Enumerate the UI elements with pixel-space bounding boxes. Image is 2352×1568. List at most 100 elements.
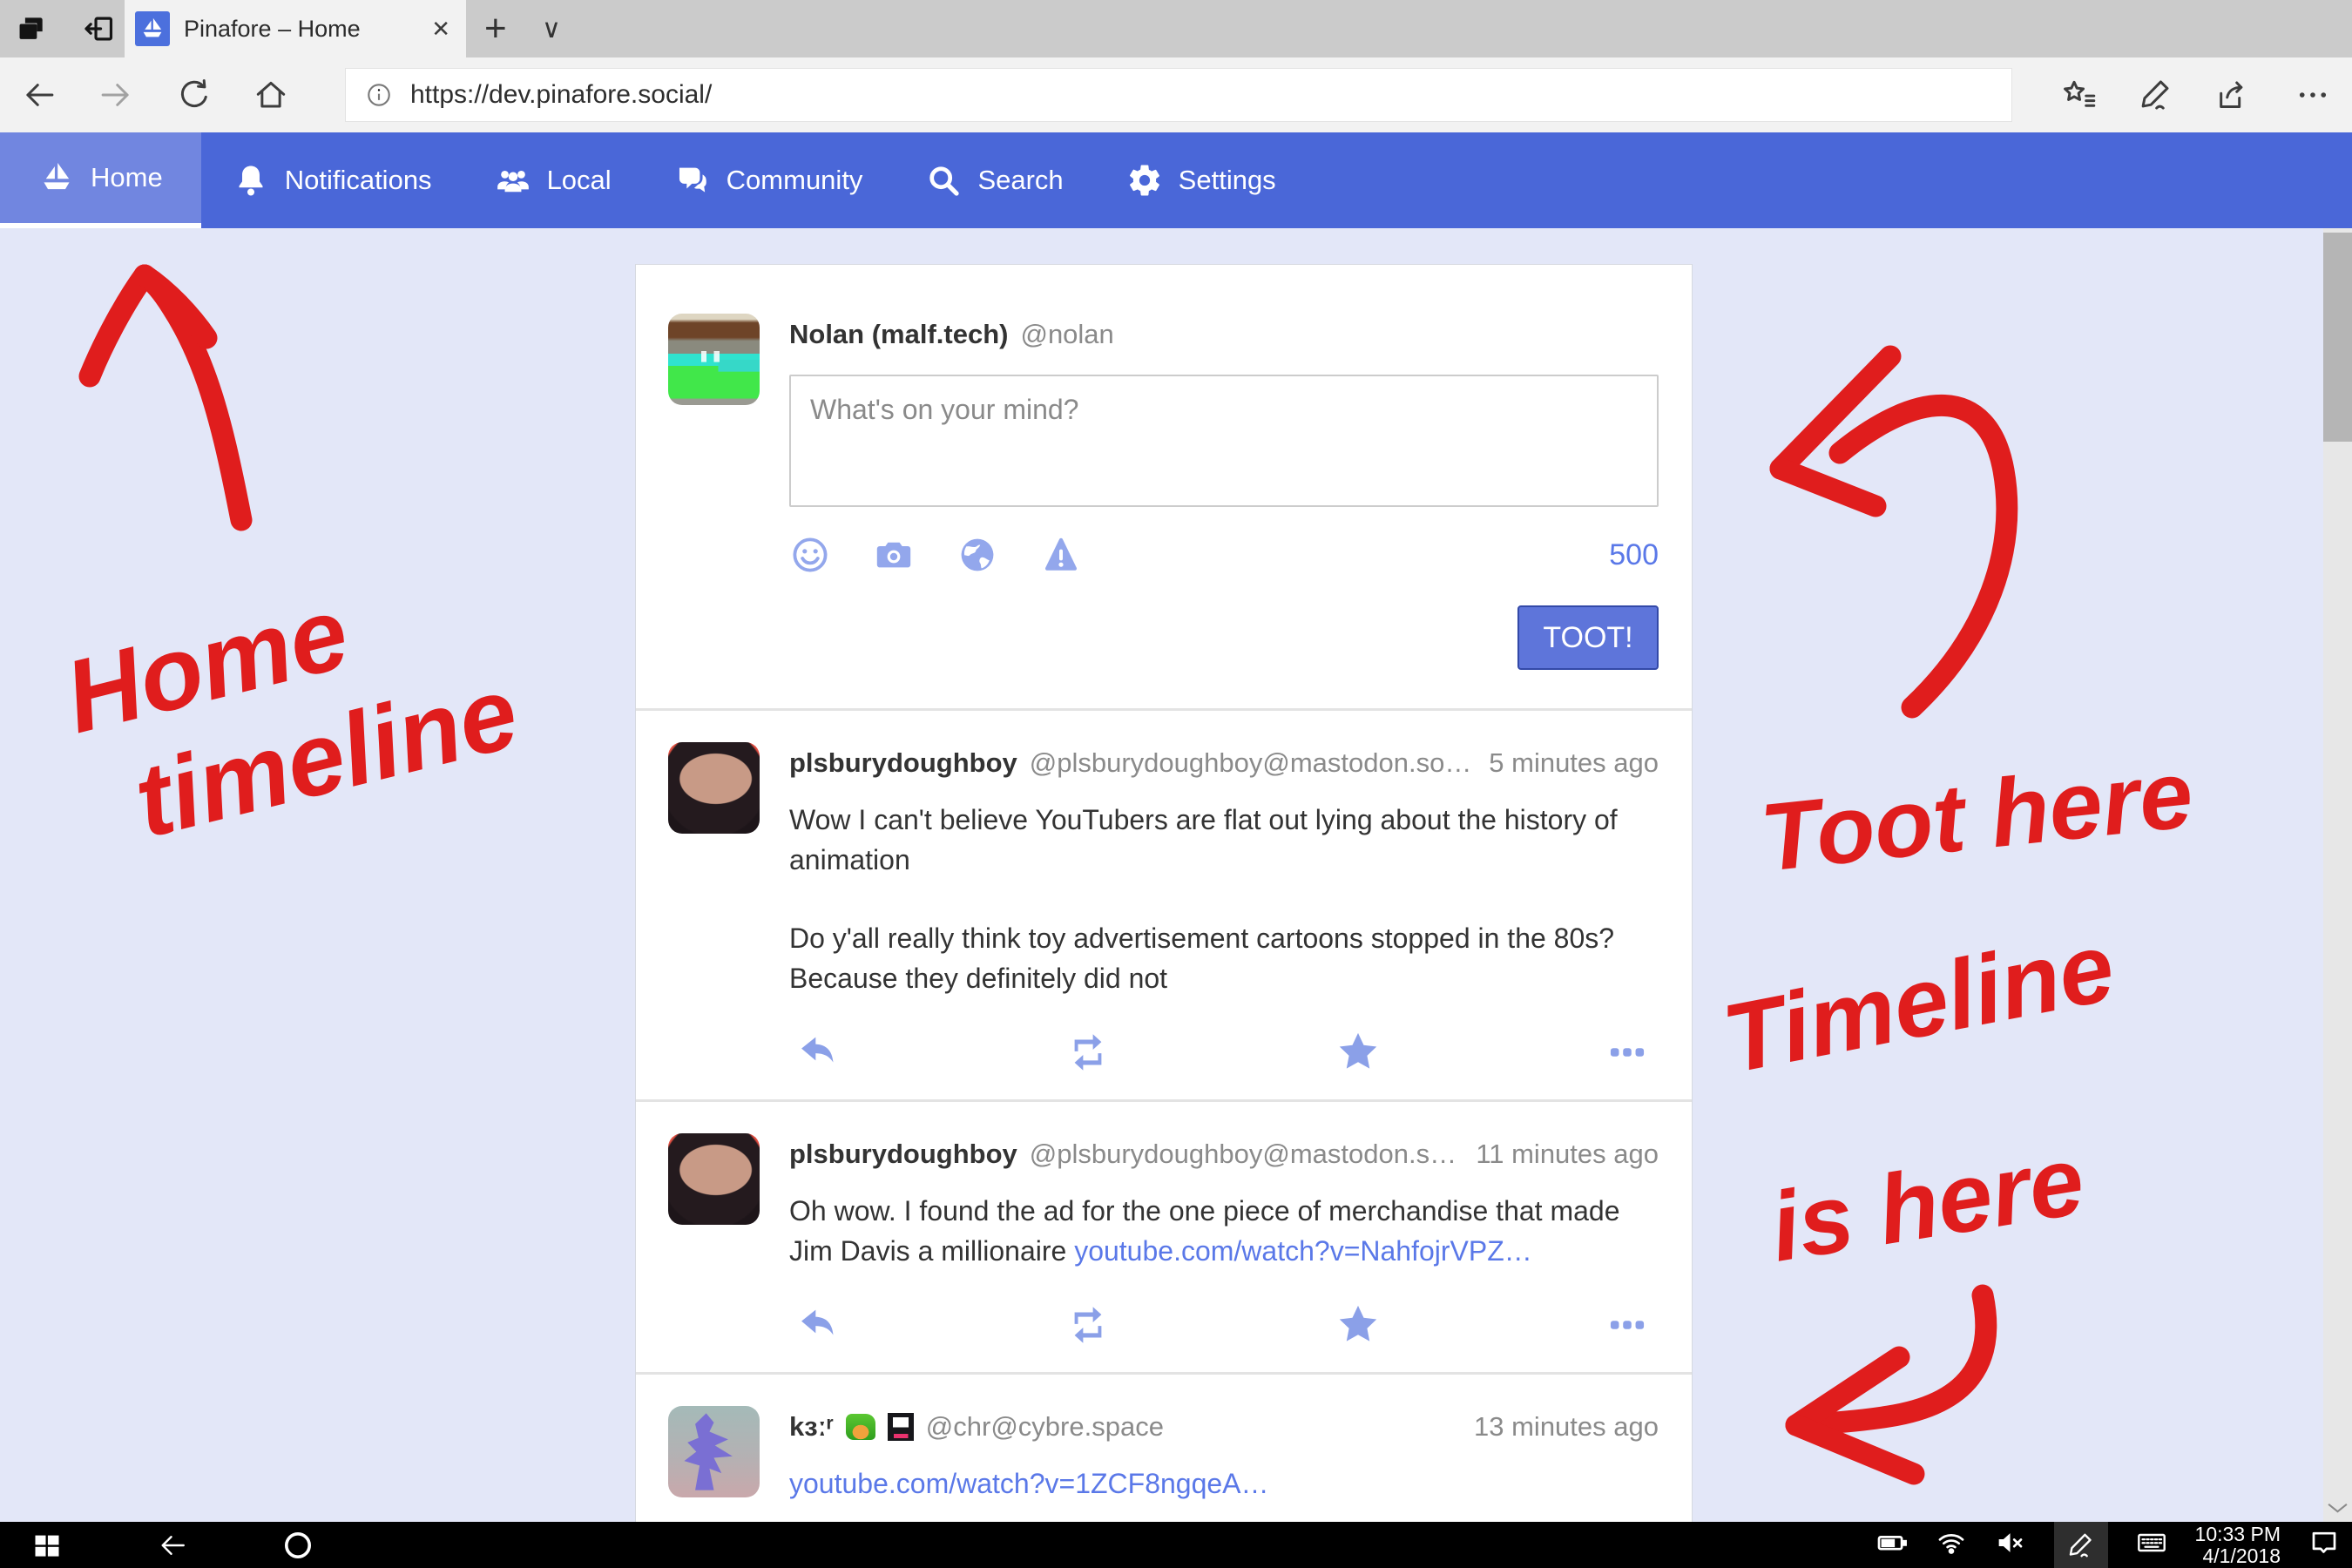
- handle: @plsburydoughboy@mastodon.s…: [1030, 1139, 1456, 1170]
- site-info-icon[interactable]: [365, 81, 393, 109]
- avatar[interactable]: [668, 742, 760, 834]
- nav-item-search[interactable]: Search: [894, 132, 1094, 228]
- toot-button[interactable]: TOOT!: [1517, 605, 1659, 670]
- timestamp[interactable]: 5 minutes ago: [1489, 747, 1659, 779]
- people-icon: [495, 162, 531, 199]
- nav-label: Notifications: [285, 165, 432, 196]
- avatar[interactable]: [668, 314, 760, 405]
- display-name: Nolan (malf.tech): [789, 319, 1008, 350]
- more-options-icon[interactable]: [2295, 77, 2331, 113]
- more-icon[interactable]: [1605, 1030, 1650, 1075]
- nav-label: Settings: [1179, 165, 1276, 196]
- forward-icon: [98, 77, 134, 113]
- clock-time: 10:33 PM: [2195, 1524, 2281, 1545]
- start-button-icon[interactable]: [31, 1530, 63, 1561]
- toot-text: Do y'all really think toy advertisement …: [789, 918, 1659, 998]
- windows-ink-icon[interactable]: [2054, 1522, 2108, 1568]
- display-name[interactable]: plsburydoughboy: [789, 747, 1017, 779]
- battery-icon[interactable]: [1876, 1527, 1908, 1563]
- favorite-star-icon[interactable]: [1335, 1302, 1381, 1348]
- page-scrollbar[interactable]: [2323, 228, 2352, 1522]
- globe-icon[interactable]: [956, 534, 998, 576]
- nav-item-local[interactable]: Local: [463, 132, 643, 228]
- taskbar-clock[interactable]: 10:33 PM 4/1/2018: [2195, 1524, 2281, 1567]
- toot-text: youtube.com/watch?v=1ZCF8ngqeA…: [789, 1463, 1659, 1504]
- nav-item-settings[interactable]: Settings: [1095, 132, 1308, 228]
- scrollbar-thumb[interactable]: [2323, 233, 2352, 442]
- favorites-hub-icon[interactable]: [2061, 77, 2098, 113]
- handle: @chr@cybre.space: [926, 1411, 1164, 1443]
- favorite-star-icon[interactable]: [1335, 1030, 1381, 1075]
- tab-title: Pinafore – Home: [184, 16, 417, 43]
- web-notes-pen-icon[interactable]: [2138, 77, 2174, 113]
- compose-box: Nolan (malf.tech) @nolan 500 TOOT!: [636, 265, 1692, 708]
- gear-icon: [1126, 162, 1163, 199]
- reply-icon[interactable]: [796, 1030, 841, 1075]
- nav-item-home[interactable]: Home: [0, 132, 201, 228]
- tab-dropdown-icon[interactable]: ∨: [542, 14, 561, 44]
- volume-muted-icon[interactable]: [1995, 1527, 2026, 1563]
- emoji-icon[interactable]: [789, 534, 831, 576]
- toot-text: Oh wow. I found the ad for the one piece…: [789, 1191, 1659, 1271]
- home-icon[interactable]: [253, 77, 289, 113]
- new-tab-button[interactable]: +: [484, 7, 507, 51]
- action-center-icon[interactable]: [2308, 1527, 2340, 1563]
- toot-item: kɜːʳ @chr@cybre.space 13 minutes ago you…: [636, 1372, 1692, 1522]
- camera-icon[interactable]: [873, 534, 915, 576]
- nav-label: Home: [91, 162, 163, 193]
- dragon-emoji-icon: [846, 1414, 875, 1440]
- toot-link[interactable]: youtube.com/watch?v=1ZCF8ngqeA…: [789, 1468, 1269, 1499]
- nav-label: Search: [977, 165, 1063, 196]
- nav-item-notifications[interactable]: Notifications: [201, 132, 463, 228]
- clock-date: 4/1/2018: [2195, 1545, 2281, 1567]
- search-icon: [925, 162, 962, 199]
- timestamp[interactable]: 13 minutes ago: [1474, 1411, 1659, 1443]
- pinafore-nav: Home Notifications Local Community Searc…: [0, 132, 2352, 228]
- toot-link[interactable]: youtube.com/watch?v=NahfojrVPZ…: [1074, 1235, 1532, 1267]
- chat-bubbles-icon: [674, 162, 711, 199]
- close-tab-icon[interactable]: ✕: [431, 16, 450, 43]
- toot-item: plsburydoughboy @plsburydoughboy@mastodo…: [636, 1099, 1692, 1372]
- nav-label: Local: [547, 165, 612, 196]
- url-bar[interactable]: https://dev.pinafore.social/: [345, 68, 2012, 122]
- display-name[interactable]: kɜːʳ: [789, 1411, 834, 1443]
- url-text: https://dev.pinafore.social/: [410, 80, 712, 110]
- avatar[interactable]: [668, 1133, 760, 1225]
- wifi-icon[interactable]: [1936, 1527, 1967, 1563]
- floppy-disk-emoji-icon: [888, 1413, 914, 1441]
- timestamp[interactable]: 11 minutes ago: [1476, 1139, 1659, 1170]
- compose-input[interactable]: [789, 375, 1659, 507]
- toot-text: Wow I can't believe YouTubers are flat o…: [789, 800, 1659, 880]
- char-count: 500: [1609, 538, 1659, 572]
- display-name[interactable]: plsburydoughboy: [789, 1139, 1017, 1170]
- nav-item-community[interactable]: Community: [643, 132, 895, 228]
- refresh-icon[interactable]: [176, 77, 213, 113]
- cortana-icon[interactable]: [282, 1530, 314, 1561]
- boost-icon[interactable]: [1065, 1302, 1111, 1348]
- handle: @nolan: [1020, 319, 1113, 350]
- content-warning-icon[interactable]: [1040, 534, 1082, 576]
- share-icon[interactable]: [2214, 77, 2251, 113]
- scrollbar-down-icon[interactable]: [2327, 1501, 2349, 1515]
- avatar[interactable]: [668, 1406, 760, 1497]
- windows-taskbar: 10:33 PM 4/1/2018: [0, 1522, 2352, 1568]
- boost-icon[interactable]: [1065, 1030, 1111, 1075]
- nav-label: Community: [727, 165, 863, 196]
- reply-icon[interactable]: [796, 1302, 841, 1348]
- set-tabs-aside-icon[interactable]: [80, 10, 118, 48]
- pinafore-favicon: [135, 11, 170, 46]
- home-timeline-page: Nolan (malf.tech) @nolan 500 TOOT!: [0, 228, 2352, 1522]
- sailboat-icon: [38, 159, 75, 196]
- back-icon[interactable]: [21, 77, 57, 113]
- tab-preview-icon[interactable]: [12, 10, 51, 48]
- taskbar-back-icon[interactable]: [157, 1530, 188, 1561]
- handle: @plsburydoughboy@mastodon.so…: [1030, 747, 1472, 779]
- browser-tab-strip: Pinafore – Home ✕ + ∨: [0, 0, 2352, 57]
- timeline-card: Nolan (malf.tech) @nolan 500 TOOT!: [635, 264, 1693, 1522]
- browser-toolbar: https://dev.pinafore.social/: [0, 57, 2352, 132]
- more-icon[interactable]: [1605, 1302, 1650, 1348]
- touch-keyboard-icon[interactable]: [2136, 1527, 2167, 1563]
- browser-tab[interactable]: Pinafore – Home ✕: [125, 0, 466, 57]
- toot-item: plsburydoughboy @plsburydoughboy@mastodo…: [636, 708, 1692, 1099]
- bell-icon: [233, 162, 269, 199]
